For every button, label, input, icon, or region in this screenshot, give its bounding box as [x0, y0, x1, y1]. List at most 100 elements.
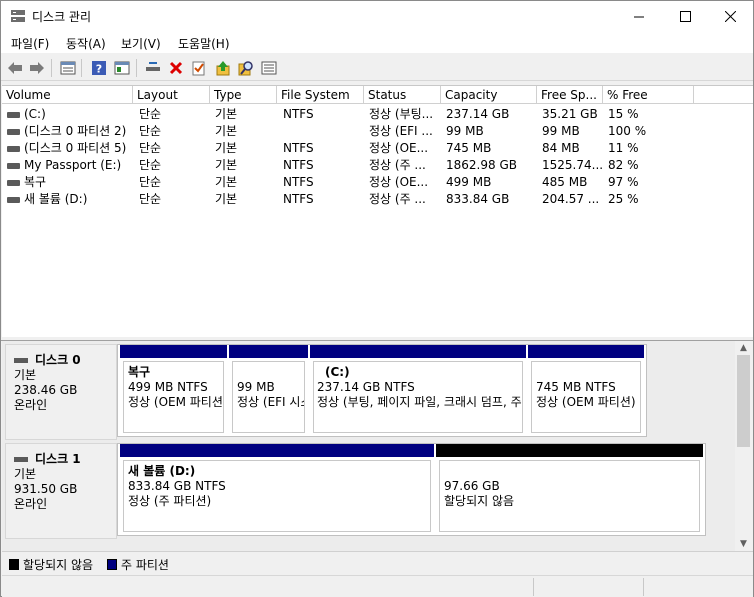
partition-size: 745 MB NTFS [536, 380, 616, 394]
connect-icon [146, 62, 160, 71]
partition-body: (C:) 237.14 GB NTFS 정상 (부팅, 페이지 파일, 크래시 … [313, 361, 523, 433]
volume-cell-status: 정상 (주 ... [369, 192, 426, 206]
column-header-percent-free[interactable]: % Free [603, 86, 694, 104]
volume-row[interactable]: My Passport (E:) 단순 기본 NTFS 정상 (주 ... 1862.98… [2, 157, 753, 174]
graph-vertical-scrollbar[interactable]: ▲ ▼ [735, 341, 752, 551]
partition-status: 정상 (EFI 시스템 파티션) [237, 395, 304, 409]
legend: 할당되지 않음 주 파티션 [2, 551, 753, 573]
partition-efi[interactable]: 99 MB 정상 (EFI 시스템 파티션) [229, 345, 308, 436]
partition-d[interactable]: 새 볼륨 (D:) 833.84 GB NTFS 정상 (주 파티션) [120, 444, 434, 535]
volume-list: Volume Layout Type File System Status Ca… [2, 85, 753, 337]
legend-swatch [107, 559, 117, 570]
toolbar-separator [81, 59, 82, 77]
properties-button[interactable] [58, 58, 78, 78]
volume-icon [7, 146, 20, 152]
search-icon [238, 61, 253, 76]
volume-cell-layout: 단순 [139, 192, 162, 206]
partition-status: 정상 (부팅, 페이지 파일, 크래시 덤프, 주 파티션) [317, 395, 522, 409]
connect-virtual-disk-button[interactable] [143, 58, 163, 78]
close-button[interactable] [707, 1, 753, 31]
partition-bar [120, 444, 434, 457]
minimize-icon [633, 16, 644, 17]
title-bar[interactable]: 디스크 관리 [1, 1, 753, 31]
column-header-file-system[interactable]: File System [277, 86, 364, 104]
disk-1-partitions: 새 볼륨 (D:) 833.84 GB NTFS 정상 (주 파티션) 97.6… [117, 443, 706, 536]
svg-text:?: ? [96, 63, 102, 76]
volume-row[interactable]: 복구 단순 기본 NTFS 정상 (OE... 499 MB 485 MB 97 % [2, 174, 753, 191]
volume-row[interactable]: 새 볼륨 (D:) 단순 기본 NTFS 정상 (주 ... 833.84 GB 204.5… [2, 191, 753, 208]
volume-cell-capacity: 237.14 GB [446, 107, 510, 121]
volume-cell-layout: 단순 [139, 124, 162, 138]
legend-primary: 주 파티션 [107, 556, 169, 573]
partition-body: 새 볼륨 (D:) 833.84 GB NTFS 정상 (주 파티션) [123, 460, 431, 532]
help-icon: ? [92, 61, 106, 76]
menu-file[interactable]: 파일(F) [11, 35, 49, 52]
up-button[interactable] [213, 58, 233, 78]
menu-help[interactable]: 도움말(H) [178, 35, 230, 52]
minimize-button[interactable] [616, 1, 662, 31]
maximize-icon [679, 10, 691, 22]
volume-cell-layout: 단순 [139, 158, 162, 172]
scroll-down-icon[interactable]: ▼ [735, 537, 752, 551]
disk-1-label[interactable]: 디스크 1 기본 931.50 GB 온라인 [5, 443, 117, 539]
volume-cell-volume: (C:) [24, 107, 46, 121]
partition-recovery[interactable]: 복구 499 MB NTFS 정상 (OEM 파티션) [120, 345, 227, 436]
volume-cell-pct: 25 % [608, 192, 639, 206]
scroll-thumb[interactable] [737, 355, 750, 447]
partition-unallocated[interactable]: 97.66 GB 할당되지 않음 [436, 444, 703, 535]
list-view-button[interactable] [259, 58, 279, 78]
volume-cell-fs: NTFS [283, 175, 314, 189]
disk-1-type: 기본 [14, 467, 37, 481]
legend-label: 주 파티션 [121, 558, 169, 572]
partition-oem[interactable]: 745 MB NTFS 정상 (OEM 파티션) [528, 345, 644, 436]
volume-cell-free: 204.57 ... [542, 192, 600, 206]
volume-cell-capacity: 1862.98 GB [446, 158, 517, 172]
disk-0-name: 디스크 0 [35, 353, 81, 367]
partition-status: 할당되지 않음 [444, 494, 515, 508]
scroll-up-icon[interactable]: ▲ [735, 341, 752, 355]
column-header-capacity[interactable]: Capacity [441, 86, 537, 104]
status-bar [2, 575, 753, 597]
disk-0-label[interactable]: 디스크 0 기본 238.46 GB 온라인 [5, 344, 117, 440]
toolbar-separator [51, 59, 52, 77]
column-header-free-space[interactable]: Free Sp... [537, 86, 603, 104]
volume-cell-volume: 새 볼륨 (D:) [24, 192, 88, 206]
volume-icon [7, 129, 20, 135]
menu-action[interactable]: 동작(A) [66, 35, 106, 52]
partition-bar [310, 345, 526, 358]
partition-name: (C:) [325, 365, 350, 379]
partition-c[interactable]: (C:) 237.14 GB NTFS 정상 (부팅, 페이지 파일, 크래시 … [310, 345, 526, 436]
volume-row[interactable]: (디스크 0 파티션 5) 단순 기본 NTFS 정상 (OE... 745 MB 84 M… [2, 140, 753, 157]
toolbar: ? [1, 54, 753, 81]
legend-unallocated: 할당되지 않음 [9, 556, 93, 573]
volume-cell-capacity: 833.84 GB [446, 192, 510, 206]
column-header-layout[interactable]: Layout [133, 86, 210, 104]
maximize-button[interactable] [662, 1, 708, 31]
volume-cell-capacity: 499 MB [446, 175, 492, 189]
help-button[interactable]: ? [89, 58, 109, 78]
volume-row[interactable]: (C:) 단순 기본 NTFS 정상 (부팅... 237.14 GB 35.21 GB 15… [2, 106, 753, 123]
column-header-status[interactable]: Status [364, 86, 441, 104]
partition-status: 정상 (주 파티션) [128, 494, 212, 508]
partition-name [444, 464, 695, 479]
column-header-type[interactable]: Type [210, 86, 277, 104]
volume-row[interactable]: (디스크 0 파티션 2) 단순 기본 정상 (EFI ... 99 MB 99 MB 10… [2, 123, 753, 140]
disk-0-type: 기본 [14, 368, 37, 382]
partition-size: 99 MB [237, 380, 275, 394]
back-button[interactable] [5, 58, 25, 78]
forward-button[interactable] [27, 58, 47, 78]
check-button[interactable] [189, 58, 209, 78]
menu-view[interactable]: 보기(V) [121, 35, 161, 52]
column-header-volume[interactable]: Volume [2, 86, 133, 104]
delete-button[interactable] [166, 58, 186, 78]
volume-cell-volume: My Passport (E:) [24, 158, 122, 172]
show-hide-console-tree-button[interactable] [112, 58, 132, 78]
disk-icon [14, 358, 28, 363]
search-button[interactable] [236, 58, 256, 78]
disk-1-state: 온라인 [14, 497, 48, 511]
check-icon [192, 61, 205, 76]
partition-bar [229, 345, 308, 358]
partition-size: 499 MB NTFS [128, 380, 208, 394]
status-separator [533, 578, 534, 596]
volume-cell-pct: 97 % [608, 175, 639, 189]
